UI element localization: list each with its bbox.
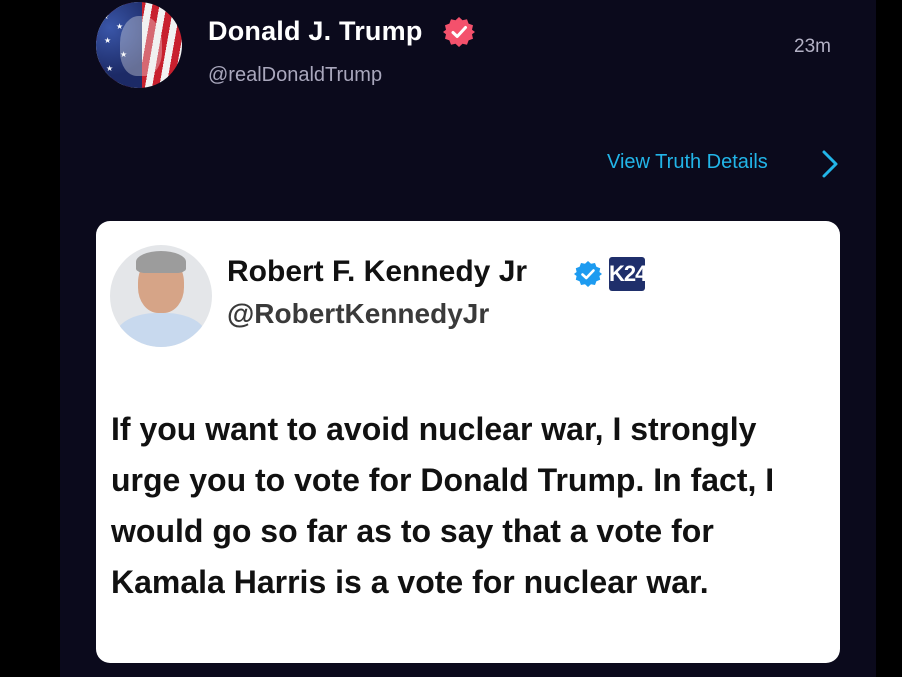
author-name[interactable]: Donald J. Trump [208,16,423,47]
view-truth-details-link[interactable]: View Truth Details [607,151,768,174]
verified-badge-icon [443,17,475,47]
post-timestamp: 23m [794,36,831,57]
verified-badge-icon [574,261,602,287]
quoted-post-text: If you want to avoid nuclear war, I stro… [111,411,775,600]
avatar-shirt [116,313,206,347]
truth-post: ★ ★ ★ ★ ★ Donald J. Trump @realDonaldTru… [60,0,876,677]
quoted-author-avatar[interactable] [110,245,212,347]
author-handle[interactable]: @realDonaldTrump [208,64,382,87]
avatar-face [120,16,162,76]
k24-badge: K24 [609,257,645,291]
quoted-author-handle[interactable]: @RobertKennedyJr [227,298,489,330]
avatar-hair [136,251,186,273]
quoted-author-name[interactable]: Robert F. Kennedy Jr [227,255,527,289]
quoted-post-card[interactable]: Robert F. Kennedy Jr K24 @RobertKennedyJ… [96,221,840,663]
author-avatar[interactable]: ★ ★ ★ ★ ★ [96,2,182,88]
chevron-right-icon[interactable] [818,148,842,180]
